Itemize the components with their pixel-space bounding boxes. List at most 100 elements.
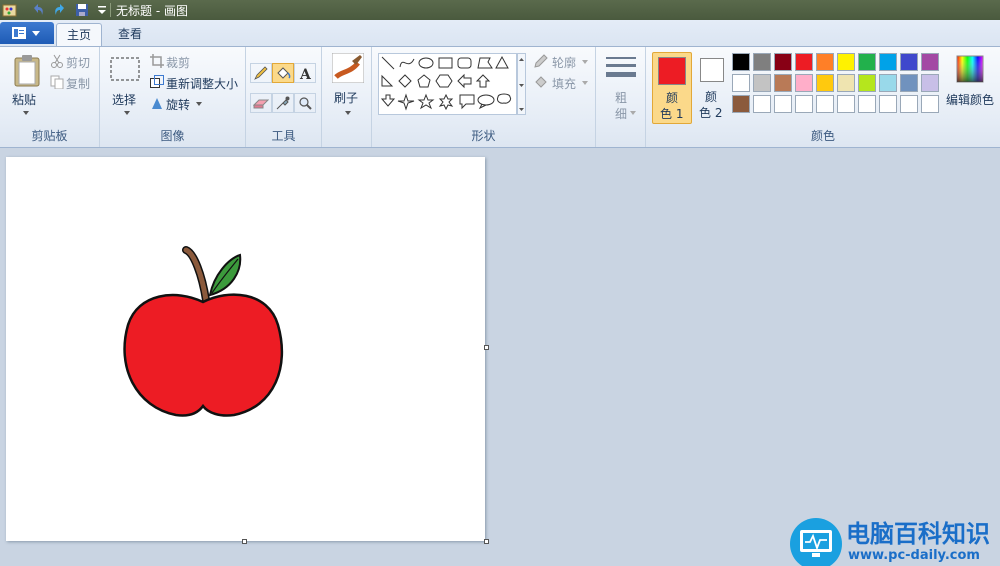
- palette-swatch[interactable]: [732, 95, 750, 113]
- pencil-tool[interactable]: [250, 63, 272, 83]
- text-tool[interactable]: A: [294, 63, 316, 83]
- palette-swatch[interactable]: [921, 95, 939, 113]
- palette-swatch[interactable]: [795, 95, 813, 113]
- palette-swatch[interactable]: [879, 74, 897, 92]
- color1-button[interactable]: 颜 色 1: [652, 52, 692, 124]
- copy-icon: [50, 75, 64, 89]
- color1-swatch: [658, 57, 686, 85]
- palette-swatch[interactable]: [879, 95, 897, 113]
- palette-swatch[interactable]: [816, 95, 834, 113]
- color-picker-tool[interactable]: [272, 93, 294, 113]
- palette-swatch[interactable]: [879, 53, 897, 71]
- watermark-brand: 电脑百科知识: [846, 520, 990, 548]
- palette-swatch[interactable]: [753, 95, 771, 113]
- magnifier-tool[interactable]: [294, 93, 316, 113]
- eraser-tool[interactable]: [250, 93, 272, 113]
- chevron-down-icon: [345, 111, 351, 115]
- customize-toolbar-icon[interactable]: [94, 2, 110, 18]
- watermark-logo: 电脑百科知识 www.pc-daily.com: [788, 510, 1000, 566]
- palette-swatch[interactable]: [837, 74, 855, 92]
- palette-swatch[interactable]: [921, 74, 939, 92]
- resize-icon: [150, 75, 164, 88]
- palette-swatch[interactable]: [753, 53, 771, 71]
- tools-group: A 工具: [246, 47, 322, 147]
- resize-handle-corner[interactable]: [484, 539, 489, 544]
- eraser-icon: [253, 99, 269, 109]
- monitor-logo-icon: [790, 518, 842, 566]
- chevron-down-icon: [124, 111, 130, 115]
- color2-label-bottom: 色 2: [699, 106, 723, 120]
- resize-button[interactable]: 重新调整大小: [150, 74, 244, 92]
- cut-label: 剪切: [66, 56, 91, 70]
- palette-swatch[interactable]: [816, 74, 834, 92]
- paint-menu-button[interactable]: [0, 22, 54, 44]
- palette-swatch[interactable]: [900, 95, 918, 113]
- menu-icon: [12, 27, 26, 39]
- palette-swatch[interactable]: [753, 74, 771, 92]
- palette-swatch[interactable]: [774, 95, 792, 113]
- crop-label: 裁剪: [166, 56, 191, 70]
- palette-swatch[interactable]: [858, 74, 876, 92]
- select-label: 选择: [112, 93, 137, 107]
- redo-icon[interactable]: [52, 2, 68, 18]
- shapes-group: 轮廓 填充 形状: [372, 47, 596, 147]
- chevron-down-icon: [23, 111, 29, 115]
- select-button[interactable]: 选择: [106, 53, 146, 121]
- edit-colors-button[interactable]: 编辑颜色: [944, 53, 998, 123]
- ribbon: 粘贴 剪切 复制 剪贴板 选择 裁剪 重新调整大小 旋转 图像 A 工具 刷子 …: [0, 46, 1000, 148]
- undo-icon[interactable]: [30, 2, 46, 18]
- resize-label: 重新调整大小: [166, 77, 239, 91]
- palette-swatch[interactable]: [732, 53, 750, 71]
- size-button[interactable]: 粗 细: [602, 53, 642, 123]
- palette-swatch[interactable]: [816, 53, 834, 71]
- fill-tool[interactable]: [272, 63, 294, 83]
- resize-handle-right[interactable]: [484, 345, 489, 350]
- fill-label: 填充: [552, 77, 577, 91]
- resize-handle-bottom[interactable]: [242, 539, 247, 544]
- rotate-button[interactable]: 旋转: [150, 95, 210, 113]
- copy-label: 复制: [66, 77, 91, 91]
- text-a-icon: A: [299, 67, 312, 80]
- palette-swatch[interactable]: [732, 74, 750, 92]
- cut-button[interactable]: 剪切: [50, 53, 96, 71]
- color2-button[interactable]: 颜 色 2: [694, 52, 730, 124]
- palette-swatch[interactable]: [900, 74, 918, 92]
- outline-button[interactable]: 轮廓: [534, 53, 594, 71]
- crop-button[interactable]: 裁剪: [150, 53, 240, 71]
- colors-group-label: 颜色: [810, 129, 835, 143]
- paint-bucket-icon: [277, 67, 291, 79]
- save-icon[interactable]: [74, 2, 90, 18]
- watermark-url: www.pc-daily.com: [848, 548, 980, 563]
- pencil-icon: [254, 66, 268, 80]
- outline-label: 轮廓: [552, 56, 577, 70]
- size-label-bottom: 细: [615, 107, 628, 121]
- color2-swatch: [700, 58, 724, 82]
- palette-swatch[interactable]: [900, 53, 918, 71]
- palette-swatch[interactable]: [858, 53, 876, 71]
- palette-swatch[interactable]: [774, 53, 792, 71]
- palette-swatch[interactable]: [774, 74, 792, 92]
- copy-button[interactable]: 复制: [50, 74, 96, 92]
- shapes-gallery[interactable]: [378, 53, 526, 115]
- canvas-workspace: [0, 148, 1000, 566]
- brushes-button[interactable]: 刷子: [328, 53, 368, 123]
- paste-button[interactable]: 粘贴: [6, 51, 46, 121]
- tab-view[interactable]: 查看: [108, 23, 152, 46]
- palette-swatch[interactable]: [837, 53, 855, 71]
- palette-swatch[interactable]: [921, 53, 939, 71]
- palette-swatch[interactable]: [795, 74, 813, 92]
- tab-home[interactable]: 主页: [56, 23, 102, 46]
- chevron-down-icon: [32, 31, 40, 36]
- color-spectrum-icon: [956, 55, 984, 83]
- size-group: 粗 细: [596, 47, 646, 147]
- palette-swatch[interactable]: [858, 95, 876, 113]
- fill-button[interactable]: 填充: [534, 74, 594, 92]
- shapes-group-label: 形状: [471, 129, 496, 143]
- chevron-down-icon: [582, 60, 588, 64]
- clipboard-icon: [14, 55, 40, 87]
- drawing-canvas[interactable]: [6, 157, 485, 541]
- color1-label-bottom: 色 1: [660, 107, 684, 121]
- palette-swatch[interactable]: [795, 53, 813, 71]
- clipboard-group-label: 剪贴板: [31, 129, 68, 143]
- palette-swatch[interactable]: [837, 95, 855, 113]
